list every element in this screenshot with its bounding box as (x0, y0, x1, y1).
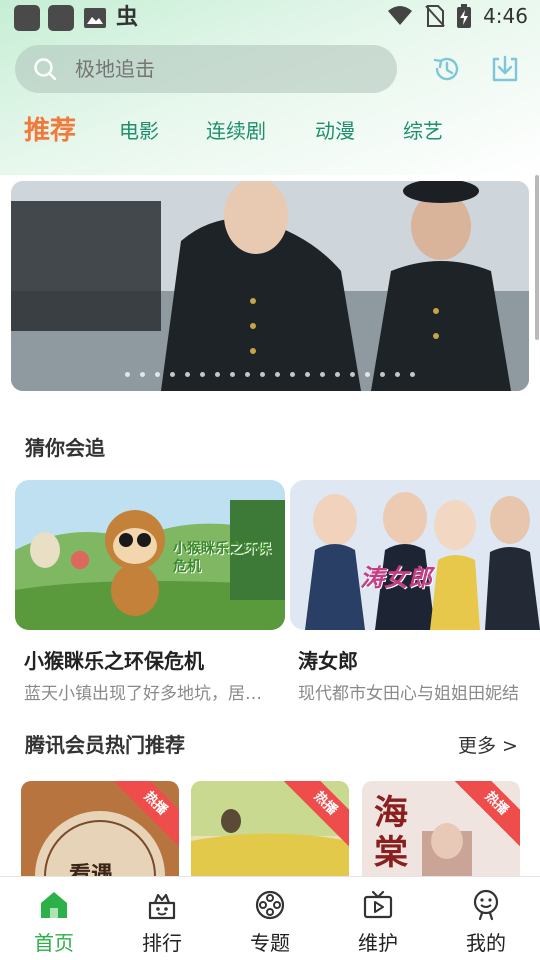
poster-overlay-title: 海棠 (374, 793, 408, 873)
nav-maintain[interactable]: 维护 (324, 877, 432, 960)
carousel-dot[interactable] (215, 372, 220, 377)
category-tabs: 推荐 电影 连续剧 动漫 综艺 (0, 108, 540, 154)
bottom-navigation: 首页 排行 专题 维护 我的 (0, 876, 540, 960)
carousel-dot[interactable] (125, 372, 130, 377)
video-card[interactable]: 涛女郎 涛女郎 现代都市女田心与姐姐田妮结 (290, 480, 540, 704)
carousel-dot[interactable] (290, 372, 295, 377)
poster-card[interactable]: 海棠 热播 (362, 781, 520, 881)
tab-anime[interactable]: 动漫 (315, 108, 355, 154)
no-sim-icon (425, 5, 445, 27)
history-icon[interactable] (431, 53, 463, 85)
section-title-vip: 腾讯会员热门推荐 (25, 733, 185, 757)
card-overlay-title: 小猴眯乐之环保危机 (173, 541, 271, 575)
poster-card[interactable]: 看遇 热播 (21, 781, 179, 881)
carousel-dot[interactable] (245, 372, 250, 377)
bug-icon: 虫 (116, 5, 139, 30)
nav-label: 我的 (466, 931, 506, 955)
scrollbar[interactable] (535, 175, 539, 340)
battery-charging-icon (457, 4, 472, 28)
wifi-icon (388, 6, 413, 25)
more-link[interactable]: 更多 > (458, 731, 518, 758)
card-title: 小猴眯乐之环保危机 (24, 649, 204, 673)
section-title-guess: 猜你会追 (25, 436, 105, 460)
banner-carousel[interactable] (11, 181, 529, 391)
nav-profile[interactable]: 我的 (432, 877, 540, 960)
search-bar[interactable] (15, 45, 397, 93)
video-card[interactable]: 小猴眯乐之环保危机 小猴眯乐之环保危机 蓝天小镇出现了好多地坑，居… (15, 480, 285, 704)
nav-label: 排行 (142, 931, 182, 955)
carousel-dot[interactable] (155, 372, 160, 377)
carousel-dot[interactable] (275, 372, 280, 377)
carousel-dot[interactable] (320, 372, 325, 377)
banner-image (11, 181, 529, 391)
search-input[interactable] (75, 45, 375, 93)
nav-label: 专题 (250, 931, 290, 955)
card-overlay-title: 涛女郎 (360, 564, 432, 592)
tab-recommend[interactable]: 推荐 (24, 108, 76, 154)
card-thumbnail: 小猴眯乐之环保危机 (15, 480, 285, 630)
carousel-indicator (11, 372, 529, 377)
carousel-dot[interactable] (410, 372, 415, 377)
carousel-dot[interactable] (185, 372, 190, 377)
home-icon (41, 892, 67, 918)
nav-home[interactable]: 首页 (0, 877, 108, 960)
download-icon[interactable] (489, 53, 521, 85)
image-icon (82, 5, 108, 31)
carousel-dot[interactable] (140, 372, 145, 377)
tab-series[interactable]: 连续剧 (206, 108, 266, 154)
carousel-dot[interactable] (335, 372, 340, 377)
carousel-dot[interactable] (230, 372, 235, 377)
tv-icon (363, 890, 393, 919)
carousel-dot[interactable] (380, 372, 385, 377)
search-icon (34, 58, 57, 81)
app-square-icon (14, 5, 40, 31)
topic-icon (255, 890, 285, 920)
carousel-dot[interactable] (200, 372, 205, 377)
carousel-dot[interactable] (260, 372, 265, 377)
nav-topic[interactable]: 专题 (216, 877, 324, 960)
poster-card[interactable]: 热播 (191, 781, 349, 881)
profile-icon (473, 889, 499, 921)
ranking-icon (148, 893, 176, 920)
app-square-icon (48, 5, 74, 31)
tab-variety[interactable]: 综艺 (403, 108, 443, 154)
carousel-dot[interactable] (170, 372, 175, 377)
carousel-dot[interactable] (365, 372, 370, 377)
tab-movie[interactable]: 电影 (119, 108, 159, 154)
card-thumbnail: 涛女郎 (290, 480, 540, 630)
carousel-dot[interactable] (305, 372, 310, 377)
card-description: 蓝天小镇出现了好多地坑，居… (24, 684, 262, 704)
status-bar: 虫 4:46 (0, 0, 540, 36)
nav-ranking[interactable]: 排行 (108, 877, 216, 960)
clock: 4:46 (483, 4, 528, 28)
carousel-dot[interactable] (350, 372, 355, 377)
nav-label: 维护 (358, 931, 398, 955)
nav-label: 首页 (34, 931, 74, 955)
carousel-dot[interactable] (395, 372, 400, 377)
card-description: 现代都市女田心与姐姐田妮结 (298, 684, 519, 704)
card-title: 涛女郎 (298, 649, 358, 673)
